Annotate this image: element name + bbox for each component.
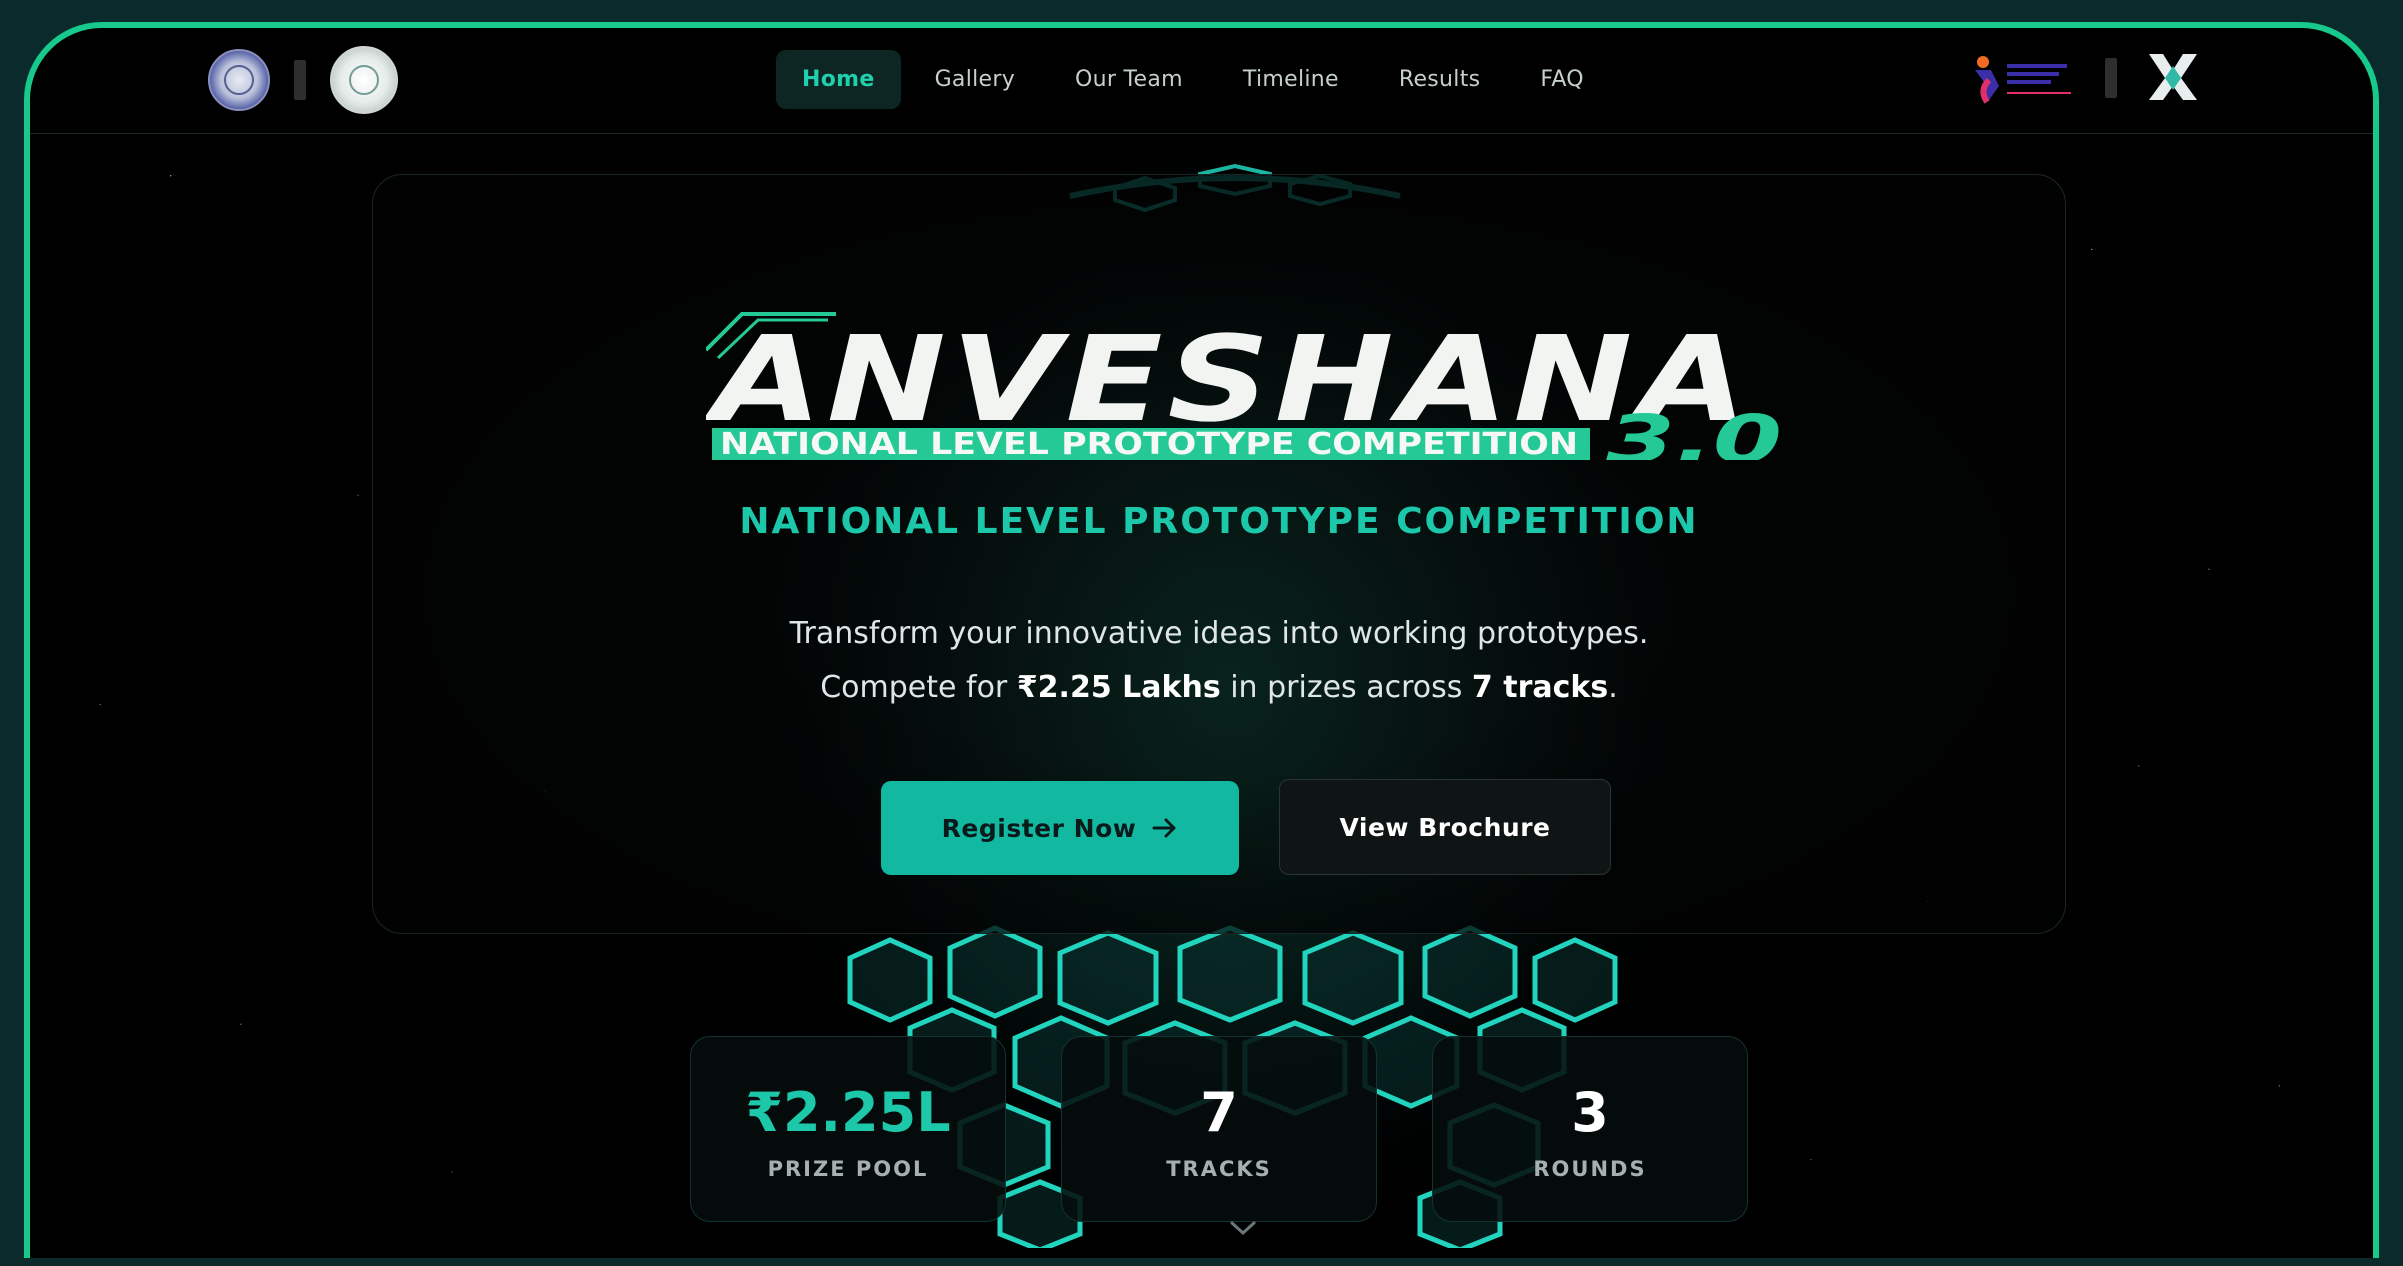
nav-link-timeline[interactable]: Timeline	[1217, 50, 1365, 109]
nav-link-faq[interactable]: FAQ	[1514, 50, 1610, 109]
hero-tagline: NATIONAL LEVEL PROTOTYPE COMPETITION	[739, 501, 1699, 542]
description-line-2: Compete for ₹2.25 Lakhs in prizes across…	[820, 670, 1618, 705]
stat-card-prize-pool: ₹2.25L PRIZE POOL	[690, 1036, 1006, 1222]
logo-divider	[294, 60, 306, 100]
nav-menu: Home Gallery Our Team Timeline Results F…	[776, 50, 1610, 109]
register-now-button[interactable]: Register Now	[881, 781, 1239, 875]
nav-link-gallery[interactable]: Gallery	[909, 50, 1041, 109]
register-now-label: Register Now	[941, 813, 1137, 843]
stat-card-rounds: 3 ROUNDS	[1432, 1036, 1748, 1222]
stat-label: TRACKS	[1166, 1157, 1272, 1181]
page-frame: Home Gallery Our Team Timeline Results F…	[24, 22, 2379, 1258]
department-seal-icon[interactable]	[330, 46, 398, 114]
arrow-right-icon	[1152, 818, 1176, 838]
logo-subtitle-text: NATIONAL LEVEL PROTOTYPE COMPETITION	[720, 427, 1578, 460]
stat-label: PRIZE POOL	[767, 1157, 929, 1181]
logo-divider-right	[2105, 58, 2117, 98]
innovation-council-logo[interactable]	[1969, 52, 2079, 104]
anveshana-logo[interactable]	[2143, 50, 2203, 106]
left-logo-group	[208, 46, 398, 114]
logo-version-text: 3.0	[1606, 401, 1782, 460]
hero-card: ANVESHANA NATIONAL LEVEL PROTOTYPE COMPE…	[372, 174, 2066, 934]
stat-label: ROUNDS	[1533, 1157, 1647, 1181]
hero-description: Transform your innovative ideas into wor…	[373, 607, 2065, 715]
nav-link-our-team[interactable]: Our Team	[1049, 50, 1209, 109]
view-brochure-button[interactable]: View Brochure	[1279, 779, 1611, 875]
scroll-down-chevron-icon[interactable]	[1228, 1218, 1258, 1238]
nav-link-home[interactable]: Home	[776, 50, 901, 109]
description-line-1: Transform your innovative ideas into wor…	[789, 616, 1649, 651]
stat-card-tracks: 7 TRACKS	[1061, 1036, 1377, 1222]
view-brochure-label: View Brochure	[1339, 812, 1551, 842]
right-logo-group	[1969, 50, 2203, 106]
tracks-highlight: 7 tracks	[1471, 670, 1609, 705]
stat-value: 3	[1571, 1081, 1609, 1144]
stat-value: ₹2.25L	[745, 1081, 951, 1144]
institute-seal-icon[interactable]	[208, 49, 270, 111]
stat-value: 7	[1200, 1081, 1238, 1144]
top-navbar: Home Gallery Our Team Timeline Results F…	[30, 28, 2373, 134]
prize-amount-highlight: ₹2.25 Lakhs	[1016, 670, 1221, 705]
anveshana-title-logo: ANVESHANA NATIONAL LEVEL PROTOTYPE COMPE…	[706, 310, 1782, 460]
nav-link-results[interactable]: Results	[1373, 50, 1507, 109]
